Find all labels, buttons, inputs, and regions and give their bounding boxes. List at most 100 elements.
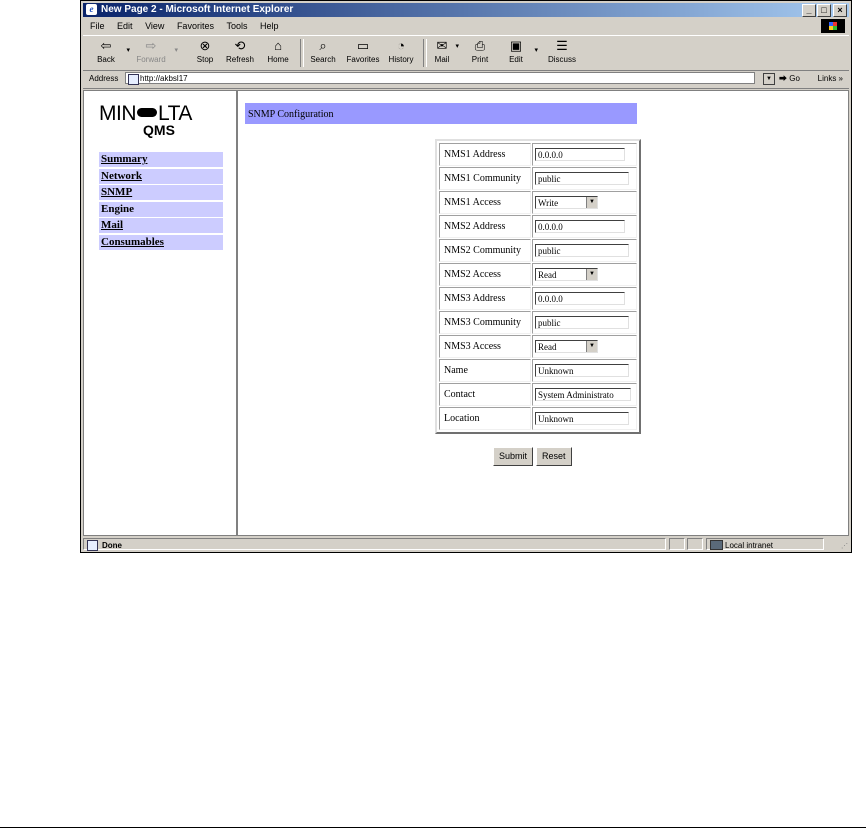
address-dropdown-icon[interactable]: ▼ xyxy=(763,73,775,85)
menu-edit[interactable]: Edit xyxy=(117,21,133,31)
menu-help[interactable]: Help xyxy=(260,21,279,31)
nms3-community-input[interactable]: public xyxy=(535,316,629,329)
stop-button[interactable]: ⊗ Stop xyxy=(191,38,219,64)
mail-button[interactable]: ✉ Mail ▾ xyxy=(429,38,459,64)
back-dropdown-icon[interactable]: ▾ xyxy=(126,46,130,54)
mail-icon: ✉ xyxy=(436,38,448,53)
close-button[interactable]: × xyxy=(833,4,847,17)
nav-snmp[interactable]: SNMP xyxy=(99,185,223,200)
search-icon: ⌕ xyxy=(319,38,327,53)
left-nav: Summary Network SNMP Engine Mail Consuma… xyxy=(99,152,223,251)
page-icon xyxy=(128,74,139,85)
status-text: Done xyxy=(102,541,122,550)
nms1-community-label: NMS1 Community xyxy=(439,167,531,190)
page-content: MIN LTA QMS Summary Network SNMP Engine M… xyxy=(83,90,849,536)
go-button[interactable]: ⮕ Go xyxy=(779,70,800,88)
mail-dropdown-icon[interactable]: ▾ xyxy=(455,42,459,50)
contact-input[interactable]: System Administrato xyxy=(535,388,631,401)
page-title: SNMP Configuration xyxy=(245,103,637,124)
address-label: Address xyxy=(89,74,119,83)
back-arrow-icon: ⇦ xyxy=(100,38,112,53)
nms2-address-label: NMS2 Address xyxy=(439,215,531,238)
logo-dot-icon xyxy=(137,108,157,117)
page-rule xyxy=(0,827,866,828)
nav-summary[interactable]: Summary xyxy=(99,152,223,167)
toolbar-separator xyxy=(300,39,304,67)
nav-consumables[interactable]: Consumables xyxy=(99,234,223,250)
contact-label: Contact xyxy=(439,383,531,406)
left-frame: MIN LTA QMS Summary Network SNMP Engine M… xyxy=(84,91,238,535)
location-label: Location xyxy=(439,407,531,430)
search-button[interactable]: ⌕ Search xyxy=(307,38,339,64)
nms1-address-input[interactable]: 0.0.0.0 xyxy=(535,148,625,161)
nms2-community-input[interactable]: public xyxy=(535,244,629,257)
refresh-button[interactable]: ⟲ Refresh xyxy=(223,38,257,64)
go-arrow-icon: ⮕ xyxy=(779,74,787,83)
resize-grip-icon[interactable]: ⋰ xyxy=(841,540,848,553)
address-url: http://akbsl17 xyxy=(140,74,188,83)
forward-dropdown-icon[interactable]: ▾ xyxy=(174,46,178,54)
nms1-community-input[interactable]: public xyxy=(535,172,629,185)
nms3-address-input[interactable]: 0.0.0.0 xyxy=(535,292,625,305)
ie-logo-icon: e xyxy=(86,4,97,15)
maximize-button[interactable]: □ xyxy=(817,4,831,17)
refresh-icon: ⟲ xyxy=(234,38,246,53)
print-button[interactable]: ⎙ Print xyxy=(467,38,493,64)
table-row: NMS2 Access Read ▼ xyxy=(439,263,637,286)
table-row: Name Unknown xyxy=(439,359,637,382)
intranet-zone-icon xyxy=(710,540,723,550)
home-icon: ⌂ xyxy=(274,38,282,53)
snmp-config-table: NMS1 Address 0.0.0.0 NMS1 Community public… xyxy=(435,139,641,434)
discuss-icon: ☰ xyxy=(556,38,568,53)
status-panel xyxy=(687,538,703,550)
window-title: New Page 2 - Microsoft Internet Explorer xyxy=(101,4,294,15)
title-bar: e New Page 2 - Microsoft Internet Explor… xyxy=(83,3,849,17)
reset-button[interactable]: Reset xyxy=(536,447,572,466)
menu-favorites[interactable]: Favorites xyxy=(177,21,214,31)
nav-engine[interactable]: Engine xyxy=(99,201,223,217)
nav-mail[interactable]: Mail xyxy=(99,218,223,233)
menu-bar: File Edit View Favorites Tools Help xyxy=(83,18,849,34)
table-row: NMS2 Address 0.0.0.0 xyxy=(439,215,637,238)
status-text-panel: Done xyxy=(83,538,666,551)
menu-tools[interactable]: Tools xyxy=(226,21,247,31)
home-button[interactable]: ⌂ Home xyxy=(263,38,293,64)
links-button[interactable]: Links » xyxy=(818,70,843,88)
favorites-button[interactable]: ▭ Favorites xyxy=(343,38,383,64)
nms3-community-label: NMS3 Community xyxy=(439,311,531,334)
address-input[interactable]: http://akbsl17 xyxy=(125,72,755,85)
dropdown-arrow-icon[interactable]: ▼ xyxy=(586,341,597,352)
dropdown-arrow-icon[interactable]: ▼ xyxy=(586,269,597,280)
window-controls: _ □ × xyxy=(801,4,847,18)
minimize-button[interactable]: _ xyxy=(802,4,816,17)
forward-button[interactable]: ⇨ Forward ▾ xyxy=(133,38,178,64)
nms3-access-select[interactable]: Read ▼ xyxy=(535,340,598,353)
table-row: NMS3 Access Read ▼ xyxy=(439,335,637,358)
table-row: NMS3 Community public xyxy=(439,311,637,334)
nms2-access-select[interactable]: Read ▼ xyxy=(535,268,598,281)
dropdown-arrow-icon[interactable]: ▼ xyxy=(586,197,597,208)
edit-dropdown-icon[interactable]: ▾ xyxy=(534,46,538,54)
location-input[interactable]: Unknown xyxy=(535,412,629,425)
nms2-community-label: NMS2 Community xyxy=(439,239,531,262)
history-button[interactable]: ◔ History xyxy=(385,38,417,64)
menu-view[interactable]: View xyxy=(145,21,164,31)
toolbar: ⇦ Back ▾ ⇨ Forward ▾ ⊗ Stop ⟲ Refresh ⌂ Home ⌕ S… xyxy=(83,35,849,71)
table-row: NMS1 Address 0.0.0.0 xyxy=(439,143,637,166)
name-input[interactable]: Unknown xyxy=(535,364,629,377)
favorites-folder-icon: ▭ xyxy=(356,38,370,53)
nms2-address-input[interactable]: 0.0.0.0 xyxy=(535,220,625,233)
menu-file[interactable]: File xyxy=(90,21,105,31)
nms1-access-select[interactable]: Write ▼ xyxy=(535,196,598,209)
forward-arrow-icon: ⇨ xyxy=(145,38,157,53)
discuss-button[interactable]: ☰ Discuss xyxy=(545,38,579,64)
nav-network[interactable]: Network xyxy=(99,168,223,184)
submit-button[interactable]: Submit xyxy=(493,447,534,466)
edit-icon: ▣ xyxy=(509,38,523,53)
nms2-access-label: NMS2 Access xyxy=(439,263,531,286)
logo-text-min: MIN xyxy=(99,102,137,125)
edit-button[interactable]: ▣ Edit ▾ xyxy=(503,38,538,64)
toolbar-separator xyxy=(423,39,427,67)
back-button[interactable]: ⇦ Back ▾ xyxy=(91,38,130,64)
stop-icon: ⊗ xyxy=(199,38,211,53)
